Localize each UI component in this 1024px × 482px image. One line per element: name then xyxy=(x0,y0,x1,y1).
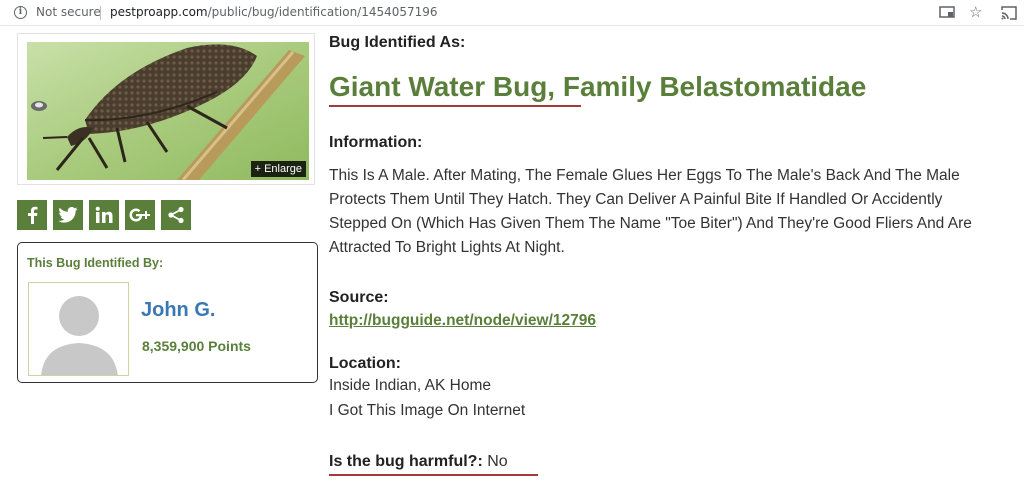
harmful-question: Is the bug harmful?: xyxy=(329,453,483,470)
identifier-name-link[interactable]: John G. xyxy=(141,299,215,322)
share-icon[interactable] xyxy=(161,200,191,230)
security-label[interactable]: Not secure xyxy=(36,5,101,19)
location-label: Location: xyxy=(329,355,401,372)
information-text: This Is A Male. After Mating, The Female… xyxy=(329,167,972,256)
divider xyxy=(100,6,101,20)
location-line-2: I Got This Image On Internet xyxy=(329,402,526,419)
screen-icon[interactable] xyxy=(1001,6,1017,20)
source-label: Source: xyxy=(329,289,389,306)
facebook-icon[interactable] xyxy=(17,200,47,230)
bug-name: Giant Water Bug, Family Belastomatidae xyxy=(329,71,867,102)
url-host: pestproapp.com xyxy=(110,5,208,19)
linkedin-icon[interactable] xyxy=(89,200,119,230)
browser-address-bar: i Not secure pestproapp.com/public/bug/i… xyxy=(0,0,1024,26)
star-icon[interactable]: ☆ xyxy=(969,3,982,21)
bug-image[interactable] xyxy=(27,42,309,180)
avatar[interactable] xyxy=(28,282,129,376)
location-line-1: Inside Indian, AK Home xyxy=(329,377,491,394)
identified-by-heading: This Bug Identified By: xyxy=(27,256,164,270)
source-link[interactable]: http://bugguide.net/node/view/12796 xyxy=(329,312,596,330)
identified-as-label: Bug Identified As: xyxy=(329,34,466,51)
share-bar xyxy=(17,200,191,230)
bug-details: Bug Identified As: Giant Water Bug, Fami… xyxy=(329,34,1009,476)
enlarge-button[interactable]: + Enlarge xyxy=(250,161,306,177)
harmful-row: Is the bug harmful?: No xyxy=(329,453,508,471)
identifier-points: 8,359,900 Points xyxy=(142,338,251,354)
google-plus-icon[interactable] xyxy=(125,200,155,230)
url-path: /public/bug/identification/1454057196 xyxy=(207,5,438,19)
url-field[interactable]: pestproapp.com/public/bug/identification… xyxy=(110,5,438,19)
info-icon[interactable]: i xyxy=(14,6,27,19)
information-label: Information: xyxy=(329,134,423,151)
harmful-answer: No xyxy=(487,453,508,470)
harmful-underline xyxy=(329,474,538,476)
identified-by-card: This Bug Identified By: John G. 8,359,90… xyxy=(17,242,318,383)
cast-icon[interactable] xyxy=(939,6,955,20)
twitter-icon[interactable] xyxy=(53,200,83,230)
bug-name-underline xyxy=(329,105,581,107)
bug-image-frame[interactable]: + Enlarge xyxy=(17,33,315,185)
